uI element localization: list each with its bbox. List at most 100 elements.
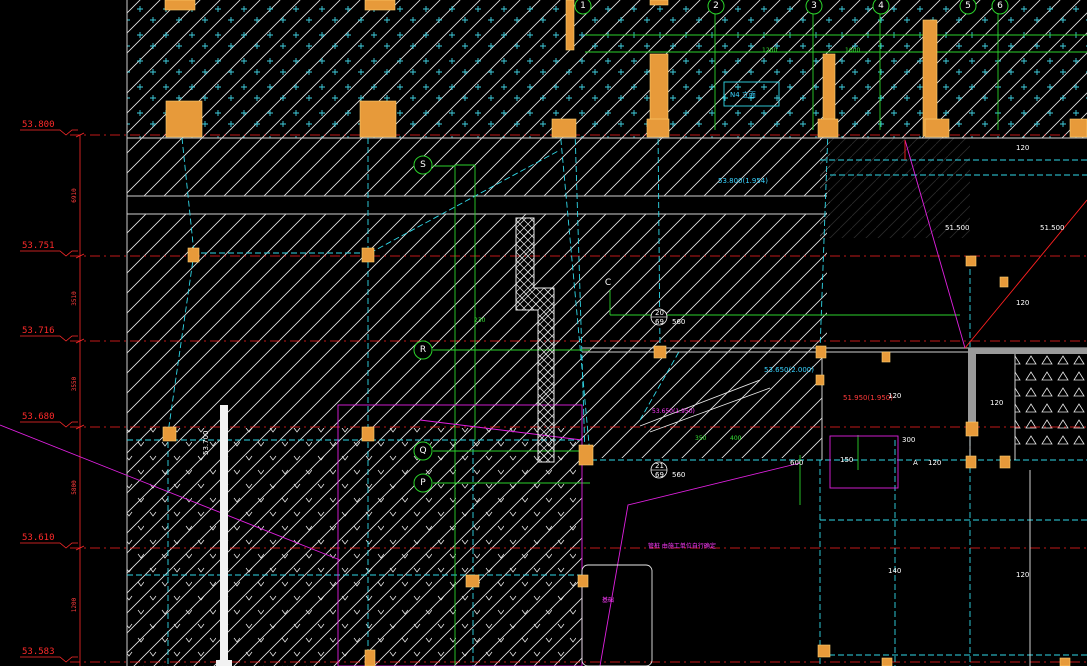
marker-a: A [913,459,918,467]
level-marker-symbol [20,335,78,342]
level-marker-text: 53.716 [22,326,55,336]
column [361,247,375,263]
level-marker-symbol [20,656,78,663]
level-marker-symbol [20,421,78,428]
axis-number-4: 4 [872,0,890,15]
column [364,0,396,11]
column [577,574,589,588]
dimension-value: 1200 [71,597,78,612]
svg-text:1200: 1200 [762,47,777,54]
axis-bubble-p: P [413,473,433,493]
svg-text:C: C [605,278,611,288]
column [646,118,670,138]
axis-bubble-r: R [413,340,433,360]
svg-text:350: 350 [695,435,707,442]
svg-text:P: P [420,478,426,488]
elevation-label: 51.500 [945,224,970,232]
level-markers: 53.800 53.751 53.716 53.680 53.610 53.583 6910… [20,120,85,663]
level-marker-text: 53.610 [22,533,55,543]
dimension-value: 5800 [71,480,78,495]
column [565,0,575,51]
column [164,0,196,11]
axis-number-2: 2 [707,0,725,15]
column [465,574,480,588]
dimension-value: 6910 [71,188,78,203]
svg-text:6: 6 [997,1,1003,11]
column [817,644,831,658]
column [364,649,376,666]
column [165,100,203,138]
elevation-label: 53.650(2.000) [764,366,814,374]
svg-text:69: 69 [655,471,664,479]
column [551,118,577,138]
column [817,118,839,138]
level-marker-text: 53.680 [22,412,55,422]
column [1069,118,1087,138]
svg-text:230: 230 [474,317,486,324]
svg-text:R: R [420,345,426,355]
dimension-line [79,0,128,666]
svg-text:69: 69 [655,318,664,326]
column [653,345,667,359]
svg-text:120: 120 [1016,571,1029,579]
svg-text:120: 120 [888,392,901,400]
level-marker-text: 53.751 [22,241,55,251]
svg-text:120: 120 [928,459,941,467]
svg-text:2: 2 [713,1,719,11]
level-marker-symbol [20,250,78,257]
svg-text:Q: Q [419,446,426,456]
column [999,455,1011,469]
svg-text:300: 300 [902,436,915,444]
column [359,100,397,138]
svg-text:140: 140 [888,567,901,575]
column [815,374,825,386]
column [999,276,1009,288]
dimension-value: 3550 [71,376,78,391]
svg-text:560: 560 [672,471,685,479]
column [965,421,979,437]
axis-number-1: 1 [574,0,592,15]
axis-bubble-s: S [413,155,433,175]
svg-text:400: 400 [730,435,742,442]
svg-text:120: 120 [1016,144,1029,152]
axis-number-6: 6 [991,0,1009,15]
axis-label-c: C [605,278,611,288]
elevation-label: 53.700 [202,431,210,456]
column [361,426,375,442]
svg-text:150: 150 [840,456,853,464]
svg-text:3: 3 [811,1,817,11]
svg-text:120: 120 [990,399,1003,407]
svg-text:560: 560 [672,318,685,326]
level-marker-text: 53.800 [22,120,55,130]
note-magenta: 管桩 由施工单位自行确定 [648,542,716,550]
elevation-label: 51.950(1.950) [843,394,893,402]
column [965,255,977,267]
column [922,19,938,137]
svg-text:1: 1 [580,1,586,11]
column [965,455,977,469]
svg-text:S: S [420,160,426,170]
column [881,351,891,363]
dimension-value: 3510 [71,291,78,306]
room-sign-text: N4 立面 [730,90,756,99]
column [815,345,827,359]
note-green: 基础 [602,596,614,604]
column [881,657,893,666]
column [187,247,200,263]
svg-text:20: 20 [655,309,664,317]
svg-text:4: 4 [878,1,884,11]
axis-bubble-q: Q [413,441,433,461]
level-marker-symbol [20,542,78,549]
svg-text:5: 5 [965,1,971,11]
column [924,118,950,138]
column [162,426,177,442]
svg-text:120: 120 [1016,299,1029,307]
level-marker-text: 53.583 [22,647,55,657]
level-marker-symbol [20,129,78,136]
cad-drawing-canvas[interactable]: 53.800 53.751 53.716 53.680 53.610 53.583 6910… [0,0,1087,666]
elevation-label: 53.800(1.954) [718,177,768,185]
column [578,444,594,466]
svg-text:1600: 1600 [845,47,860,54]
column [649,0,669,6]
axis-number-3: 3 [805,0,823,15]
